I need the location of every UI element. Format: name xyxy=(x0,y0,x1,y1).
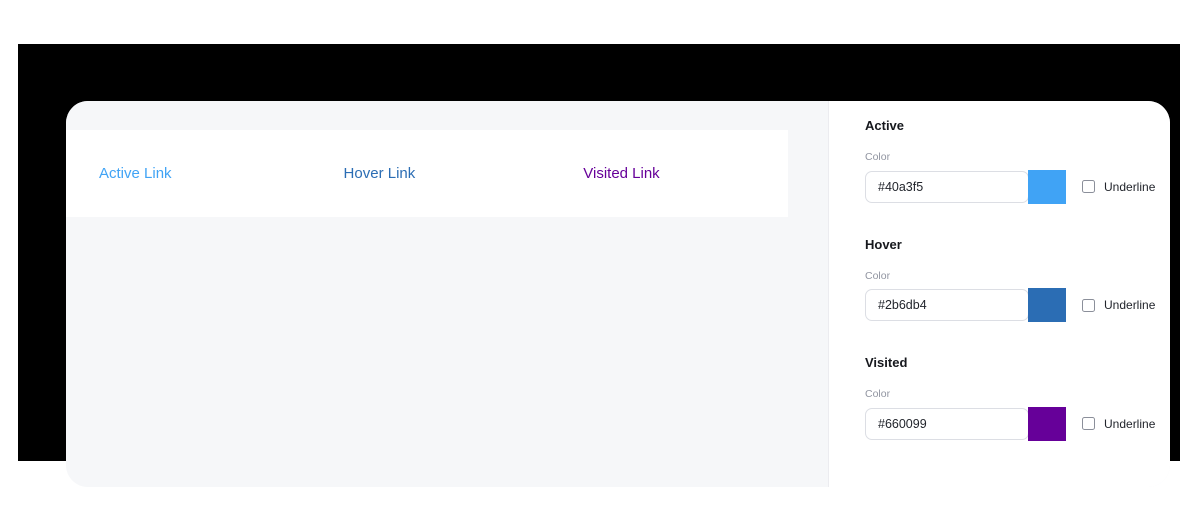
device-frame: Active Link Hover Link Visited Link Acti… xyxy=(18,44,1180,487)
color-field-label-active: Color xyxy=(865,151,891,163)
underline-checkbox-active[interactable] xyxy=(1082,180,1095,193)
color-input-active[interactable] xyxy=(865,170,1029,203)
setting-group-hover: Hover Color Underline xyxy=(829,236,1170,322)
preview-surface: Active Link Hover Link Visited Link xyxy=(66,130,788,217)
color-input-visited[interactable] xyxy=(865,407,1029,440)
color-swatch-active[interactable] xyxy=(1028,169,1066,204)
color-field-row-hover: Underline xyxy=(865,288,1170,322)
underline-label-visited: Underline xyxy=(1104,416,1156,431)
underline-toggle-hover[interactable]: Underline xyxy=(1082,298,1156,312)
link-preview-panel: Active Link Hover Link Visited Link xyxy=(66,101,829,487)
underline-checkbox-hover[interactable] xyxy=(1082,298,1095,312)
preview-link-active[interactable]: Active Link xyxy=(99,166,172,181)
underline-toggle-active[interactable]: Underline xyxy=(1082,180,1155,193)
color-swatch-visited[interactable] xyxy=(1028,406,1066,441)
group-title-hover: Hover xyxy=(865,236,902,252)
color-field-label-visited: Color xyxy=(865,388,891,400)
app-card: Active Link Hover Link Visited Link Acti… xyxy=(66,101,1170,487)
preview-link-hover[interactable]: Hover Link xyxy=(344,166,416,181)
setting-group-active: Active Color Underline xyxy=(829,119,1170,204)
group-title-active: Active xyxy=(865,118,905,133)
preview-link-visited[interactable]: Visited Link xyxy=(583,166,659,181)
link-settings-panel: Active Color Underline Hover Color xyxy=(829,101,1170,487)
underline-label-hover: Underline xyxy=(1104,298,1156,312)
color-input-hover[interactable] xyxy=(865,289,1029,321)
color-field-row-active: Underline xyxy=(865,169,1170,204)
underline-toggle-visited[interactable]: Underline xyxy=(1082,417,1155,430)
group-title-visited: Visited xyxy=(865,355,908,370)
color-field-row-visited: Underline xyxy=(865,406,1170,441)
color-swatch-hover[interactable] xyxy=(1028,288,1066,322)
color-field-label-hover: Color xyxy=(865,269,891,282)
underline-label-active: Underline xyxy=(1104,179,1156,194)
underline-checkbox-visited[interactable] xyxy=(1082,417,1095,430)
setting-group-visited: Visited Color Underline xyxy=(829,356,1170,441)
